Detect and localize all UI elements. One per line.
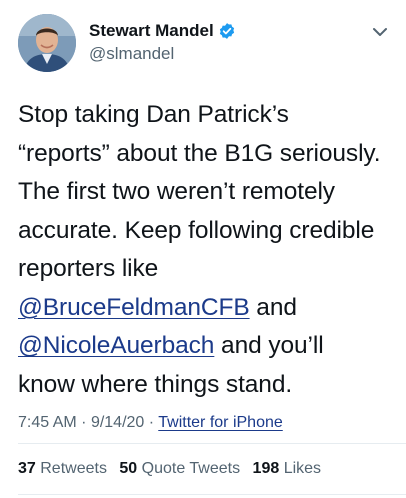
tweet-text-segment: know where things stand. <box>18 370 293 398</box>
meta-separator: · <box>81 414 87 431</box>
display-name-row: Stewart Mandel <box>89 20 236 42</box>
tweet-line: Stop taking Dan Patrick’s <box>18 96 398 135</box>
quote-tweets-stat[interactable]: 50 Quote Tweets <box>119 460 240 477</box>
tweet-date: 9/14/20 <box>90 414 145 431</box>
retweets-stat[interactable]: 37 Retweets <box>18 460 107 477</box>
tweet-line: “reports” about the B1G seriously. <box>18 135 398 174</box>
likes-count: 198 <box>252 460 280 477</box>
tweet-time: 7:45 AM <box>18 414 77 431</box>
tweet-line: @NicoleAuerbach and you’ll <box>18 327 398 366</box>
tweet-header: Stewart Mandel @slmandel <box>18 14 390 74</box>
tweet-text-segment: and you’ll <box>214 332 324 359</box>
tweet-text-segment: Stop taking Dan Patrick’s <box>18 101 289 128</box>
tweet-text-segment: The first two weren’t remotely <box>18 178 335 205</box>
quotes-label: Quote Tweets <box>141 460 241 477</box>
chevron-down-icon[interactable] <box>370 22 390 42</box>
tweet-text-segment: accurate. Keep following credible <box>18 216 375 244</box>
display-name[interactable]: Stewart Mandel <box>89 21 214 41</box>
tweet-text-segment: reporters like <box>18 255 159 282</box>
tweet-line: @BruceFeldmanCFB and <box>18 289 398 328</box>
retweets-label: Retweets <box>40 460 107 477</box>
divider <box>18 494 406 495</box>
quotes-count: 50 <box>119 460 138 477</box>
likes-label: Likes <box>283 460 322 477</box>
likes-stat[interactable]: 198 Likes <box>253 460 322 477</box>
tweet-line: reporters like <box>18 250 398 289</box>
profile-photo-icon <box>18 14 76 72</box>
avatar[interactable] <box>18 14 76 72</box>
verified-badge-icon <box>218 22 236 40</box>
meta-separator: · <box>148 414 155 431</box>
tweet-line: The first two weren’t remotely <box>18 173 398 212</box>
tweet-source-link[interactable]: Twitter for iPhone <box>158 414 283 431</box>
tweet-text-segment: “reports” about the B1G seriously. <box>18 139 381 167</box>
tweet-line: accurate. Keep following credible <box>18 212 398 251</box>
tweet-meta: 7:45 AM · 9/14/20 · Twitter for iPhone <box>18 414 283 432</box>
mention-link[interactable]: @NicoleAuerbach <box>18 332 214 359</box>
engagement-stats: 37 Retweets 50 Quote Tweets 198 Likes <box>18 460 329 478</box>
author-names: Stewart Mandel @slmandel <box>89 20 236 64</box>
tweet-text-segment: and <box>249 293 297 321</box>
retweets-count: 37 <box>18 460 36 477</box>
tweet-line: know where things stand. <box>18 366 398 405</box>
tweet-text: Stop taking Dan Patrick’s “reports” about… <box>18 96 398 404</box>
tweet-card: Stewart Mandel @slmandel Stop taking Dan… <box>0 0 406 498</box>
mention-link[interactable]: @BruceFeldmanCFB <box>18 294 250 321</box>
divider <box>18 443 406 444</box>
handle[interactable]: @slmandel <box>89 44 236 64</box>
